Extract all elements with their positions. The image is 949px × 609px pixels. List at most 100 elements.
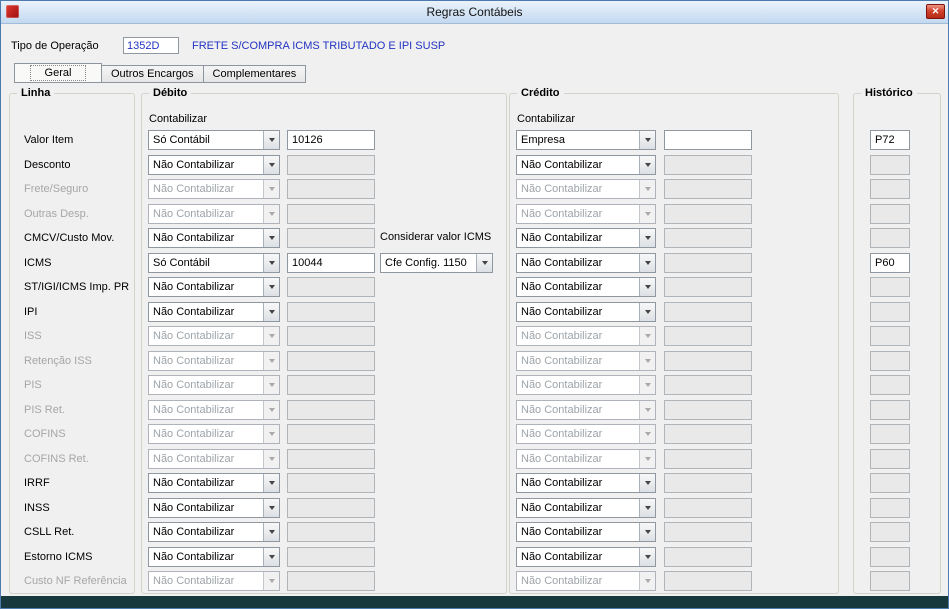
historico-input <box>870 522 910 542</box>
credito-contabilizar-select[interactable]: Não Contabilizar <box>516 497 656 518</box>
debito-contabilizar-select[interactable]: Só Contábil <box>148 130 280 150</box>
credito-account-input <box>664 448 752 469</box>
dropdown-arrow-icon <box>263 474 279 492</box>
debito-account-input <box>287 424 375 444</box>
debito-contabilizar-select[interactable]: Não Contabilizar <box>148 228 280 248</box>
credito-contabilizar-select-value: Não Contabilizar <box>521 183 603 195</box>
credito-contabilizar-select: Não Contabilizar <box>516 350 656 371</box>
debito-contabilizar-select[interactable]: Não Contabilizar <box>148 522 280 542</box>
credito-account-input <box>664 522 752 542</box>
debito-contabilizar-select[interactable]: Não Contabilizar <box>148 277 280 297</box>
debito-account-input <box>287 448 375 469</box>
row-label: Outras Desp. <box>24 207 89 220</box>
credito-contabilizar-select: Não Contabilizar <box>516 375 656 395</box>
debito-contabilizar-select-value: Não Contabilizar <box>153 354 235 367</box>
credito-account-input <box>664 546 752 567</box>
dropdown-arrow-icon <box>263 253 279 272</box>
debito-contabilizar-select[interactable]: Só Contábil <box>148 252 280 273</box>
dropdown-arrow-icon <box>639 547 655 566</box>
dropdown-arrow-icon <box>263 155 279 174</box>
debito-contabilizar-select: Não Contabilizar <box>148 350 280 371</box>
titlebar[interactable]: Regras Contábeis ✕ <box>1 1 948 24</box>
debito-contabilizar-select-value: Não Contabilizar <box>153 183 235 195</box>
debito-contabilizar-select: Não Contabilizar <box>148 448 280 469</box>
credito-contabilizar-select[interactable]: Não Contabilizar <box>516 522 656 542</box>
credito-contabilizar-select[interactable]: Não Contabilizar <box>516 546 656 567</box>
credito-contabilizar-select[interactable]: Empresa <box>516 130 656 150</box>
dropdown-arrow-icon <box>639 180 655 198</box>
debito-contabilizar-select-value: Não Contabilizar <box>153 477 235 489</box>
debito-contabilizar-select[interactable]: Não Contabilizar <box>148 301 280 322</box>
debito-contabilizar-select: Não Contabilizar <box>148 179 280 199</box>
debito-contabilizar-select[interactable]: Não Contabilizar <box>148 497 280 518</box>
row-label: IPI <box>24 305 38 318</box>
dropdown-arrow-icon <box>263 229 279 247</box>
debito-account-input <box>287 326 375 346</box>
debito-contabilizar-select: Não Contabilizar <box>148 399 280 420</box>
tab-outros-encargos[interactable]: Outros Encargos <box>101 65 204 83</box>
debito-account-input[interactable]: 10126 <box>287 130 375 150</box>
tipo-operacao-input[interactable]: 1352D <box>123 37 179 54</box>
credito-contabilizar-select: Não Contabilizar <box>516 203 656 224</box>
group-historico: Histórico P72 P60 <box>853 87 941 594</box>
historico-input <box>870 571 910 591</box>
credito-contabilizar-select: Não Contabilizar <box>516 448 656 469</box>
debito-contabilizar-select-value: Só Contábil <box>153 134 210 146</box>
group-historico-title: Histórico <box>861 87 917 99</box>
credito-contabilizar-select[interactable]: Não Contabilizar <box>516 301 656 322</box>
credito-contabilizar-select[interactable]: Não Contabilizar <box>516 277 656 297</box>
debito-contabilizar-select: Não Contabilizar <box>148 571 280 591</box>
debito-account-input <box>287 228 375 248</box>
tab-geral[interactable]: Geral <box>14 63 102 83</box>
debito-account-input <box>287 350 375 371</box>
row-label: IRRF <box>24 477 50 489</box>
debito-account-input[interactable]: 10044 <box>287 252 375 273</box>
debito-contabilizar-label: Contabilizar <box>149 113 208 125</box>
group-credito: Crédito Contabilizar Empresa Não Contabil… <box>509 87 839 594</box>
credito-account-input <box>664 277 752 297</box>
debito-contabilizar-select-value: Não Contabilizar <box>153 428 235 440</box>
credito-account-input[interactable] <box>664 130 752 150</box>
historico-input <box>870 497 910 518</box>
considerar-icms-select[interactable]: Cfe Config. 1150 <box>380 252 493 273</box>
dropdown-arrow-icon <box>639 474 655 492</box>
credito-contabilizar-select[interactable]: Não Contabilizar <box>516 228 656 248</box>
credito-contabilizar-select-value: Não Contabilizar <box>521 207 603 220</box>
debito-contabilizar-select[interactable]: Não Contabilizar <box>148 154 280 175</box>
tab-complementares[interactable]: Complementares <box>202 65 307 83</box>
historico-input <box>870 350 910 371</box>
regras-contabeis-window: Regras Contábeis ✕ Tipo de Operação 1352… <box>0 0 949 609</box>
credito-account-input <box>664 473 752 493</box>
credito-contabilizar-select[interactable]: Não Contabilizar <box>516 473 656 493</box>
operation-header: Tipo de Operação 1352D FRETE S/COMPRA IC… <box>11 36 445 55</box>
historico-input[interactable]: P72 <box>870 130 910 150</box>
historico-input <box>870 179 910 199</box>
debito-contabilizar-select[interactable]: Não Contabilizar <box>148 546 280 567</box>
tab-outros-encargos-label: Outros Encargos <box>111 68 194 80</box>
debito-contabilizar-select: Não Contabilizar <box>148 375 280 395</box>
historico-input <box>870 546 910 567</box>
credito-contabilizar-select-value: Não Contabilizar <box>521 256 603 269</box>
historico-input <box>870 473 910 493</box>
historico-input <box>870 375 910 395</box>
credito-contabilizar-select-value: Não Contabilizar <box>521 501 603 514</box>
debito-account-input <box>287 497 375 518</box>
debito-account-input <box>287 546 375 567</box>
dropdown-arrow-icon <box>639 253 655 272</box>
historico-input[interactable]: P60 <box>870 252 910 273</box>
tipo-operacao-label: Tipo de Operação <box>11 39 99 52</box>
credito-contabilizar-select[interactable]: Não Contabilizar <box>516 252 656 273</box>
historico-input <box>870 424 910 444</box>
credito-contabilizar-select[interactable]: Não Contabilizar <box>516 154 656 175</box>
credito-account-input <box>664 203 752 224</box>
credito-contabilizar-select: Não Contabilizar <box>516 424 656 444</box>
credito-contabilizar-select-value: Não Contabilizar <box>521 428 603 440</box>
tipo-operacao-description: FRETE S/COMPRA ICMS TRIBUTADO E IPI SUSP <box>192 39 446 52</box>
row-label: Retenção ISS <box>24 354 92 367</box>
close-button[interactable]: ✕ <box>926 4 945 19</box>
historico-input <box>870 301 910 322</box>
dropdown-arrow-icon <box>263 278 279 296</box>
credito-contabilizar-select-value: Não Contabilizar <box>521 330 603 342</box>
debito-contabilizar-select[interactable]: Não Contabilizar <box>148 473 280 493</box>
debito-account-input <box>287 522 375 542</box>
